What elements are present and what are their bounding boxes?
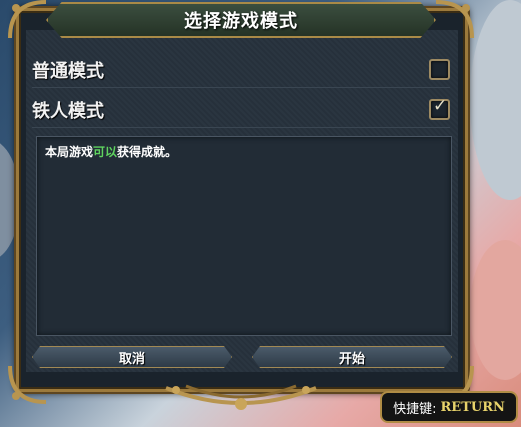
map-region bbox=[470, 240, 521, 380]
title-banner: 选择游戏模式 bbox=[46, 2, 436, 38]
checkmark-icon: ✓ bbox=[433, 96, 448, 116]
cancel-button[interactable]: 取消 bbox=[32, 346, 232, 368]
hotkey-tooltip: 快捷键: RETURN bbox=[380, 391, 518, 423]
game-mode-dialog: 选择游戏模式 普通模式 铁人模式 ✓ 本局游戏可以获得成就。 取消 开始 bbox=[6, 0, 474, 416]
ornate-corner-icon bbox=[434, 0, 474, 40]
normal-mode-checkbox[interactable] bbox=[429, 59, 450, 80]
dialog-title: 选择游戏模式 bbox=[184, 11, 298, 32]
hotkey-key: RETURN bbox=[440, 399, 505, 415]
bottom-ornament-icon bbox=[156, 378, 326, 418]
ironman-mode-checkbox[interactable]: ✓ bbox=[429, 96, 450, 120]
ornate-corner-icon bbox=[8, 0, 48, 40]
option-ironman-mode[interactable]: 铁人模式 ✓ bbox=[32, 92, 450, 128]
achievement-info: 本局游戏可以获得成就。 bbox=[45, 143, 443, 160]
map-region bbox=[470, 0, 521, 200]
option-label: 普通模式 bbox=[32, 60, 104, 82]
info-suffix: 获得成就。 bbox=[117, 145, 178, 159]
start-button[interactable]: 开始 bbox=[252, 346, 452, 368]
info-panel: 本局游戏可以获得成就。 bbox=[36, 136, 452, 336]
info-highlight: 可以 bbox=[93, 145, 118, 159]
ornate-corner-icon bbox=[8, 364, 48, 404]
option-normal-mode[interactable]: 普通模式 bbox=[32, 52, 450, 88]
option-label: 铁人模式 bbox=[32, 100, 104, 122]
info-prefix: 本局游戏 bbox=[45, 145, 94, 159]
hotkey-label: 快捷键: bbox=[393, 401, 437, 417]
